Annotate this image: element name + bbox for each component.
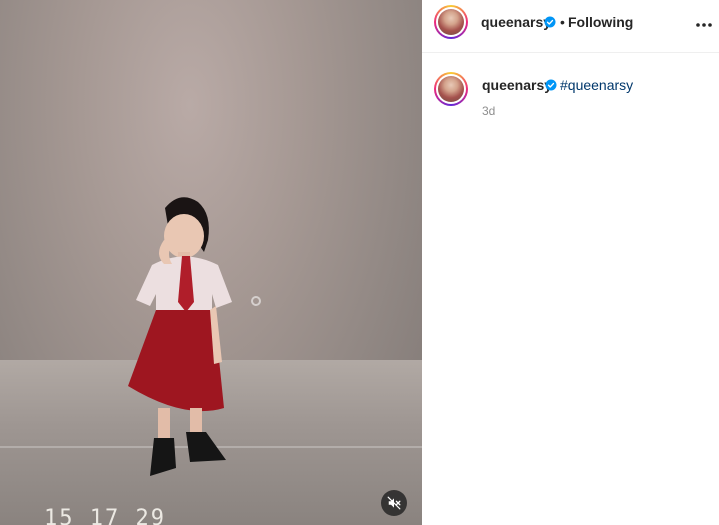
verified-badge-icon [544,16,556,28]
post-side-panel: queenarsy • Following queenarsy #queenar… [422,0,719,525]
more-options-button[interactable] [692,13,716,37]
video-timestamp-overlay: 15 17 29 [44,506,166,525]
caption-username[interactable]: queenarsy [482,77,552,93]
header-separator: • [560,14,565,30]
more-options-icon [696,23,712,27]
caption-hashtag[interactable]: #queenarsy [560,77,633,93]
avatar-image [438,76,464,102]
post-time-ago[interactable]: 3d [482,104,495,118]
post-header: queenarsy • Following [422,0,719,53]
caption-avatar[interactable] [434,72,468,106]
avatar-ring-inner [436,7,466,37]
child-figure [128,197,232,476]
verified-badge-icon [545,79,557,91]
avatar[interactable] [434,5,468,39]
reflection-spot [251,296,261,306]
mute-button[interactable] [381,490,407,516]
header-username[interactable]: queenarsy [481,14,551,30]
following-button[interactable]: Following [568,14,633,30]
post-media[interactable]: 15 17 29 [0,0,422,525]
avatar-ring-inner [436,74,466,104]
avatar-image [438,9,464,35]
muted-speaker-icon [387,496,401,510]
